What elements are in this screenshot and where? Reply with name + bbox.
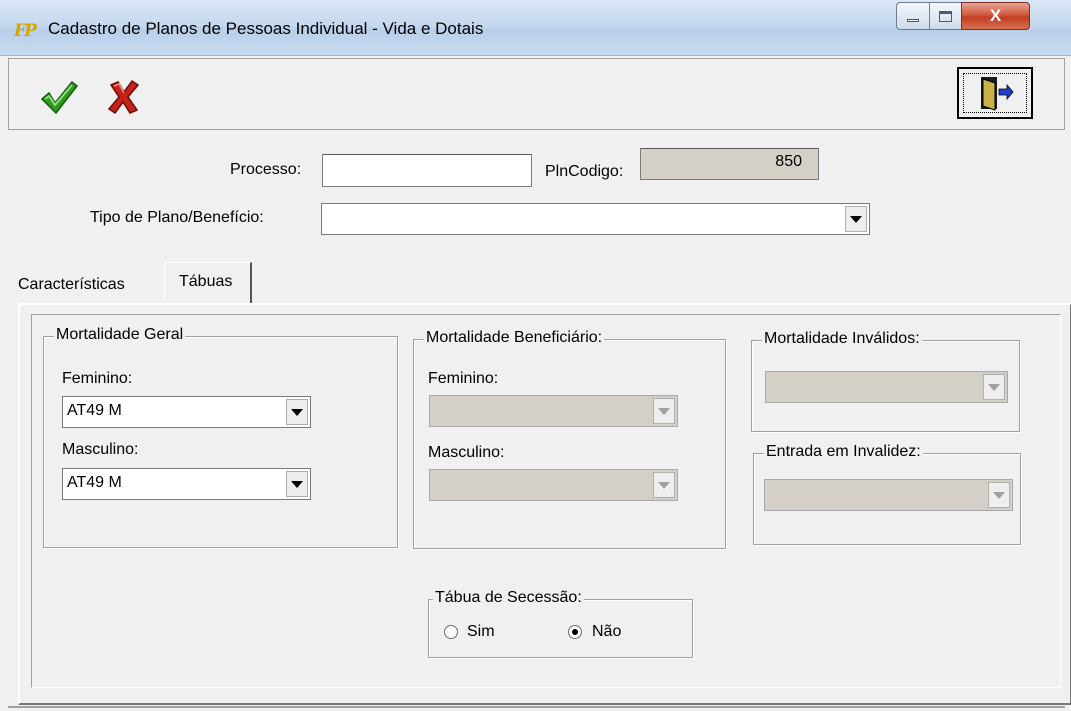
mortalidade-beneficiario-title: Mortalidade Beneficiário:	[424, 329, 605, 347]
processo-label: Processo:	[230, 161, 302, 178]
secessao-sim-radio[interactable]	[444, 625, 458, 639]
tab-caracteristicas[interactable]: Características	[18, 276, 125, 294]
toolbar	[8, 58, 1065, 130]
exit-door-icon	[981, 77, 1014, 111]
processo-input[interactable]	[322, 154, 532, 187]
chevron-down-icon[interactable]	[845, 206, 867, 232]
window-title: Cadastro de Planos de Pessoas Individual…	[48, 19, 484, 38]
title-bar[interactable]: FP Cadastro de Planos de Pessoas Individ…	[0, 0, 1071, 56]
cancel-button[interactable]	[107, 79, 141, 115]
close-button[interactable]: X	[961, 2, 1030, 30]
maximize-button[interactable]	[929, 2, 962, 30]
entrada-invalidez-title: Entrada em Invalidez:	[764, 443, 923, 461]
geral-feminino-value: AT49 M	[67, 402, 122, 419]
tab-tabuas[interactable]: Tábuas	[164, 262, 252, 304]
geral-masculino-select[interactable]: AT49 M	[62, 468, 311, 500]
chevron-down-icon	[653, 472, 675, 498]
benef-feminino-label: Feminino:	[428, 370, 499, 387]
plncodigo-field: 850	[640, 148, 819, 180]
plncodigo-label: PlnCodigo:	[545, 163, 624, 180]
chevron-down-icon[interactable]	[286, 471, 308, 497]
red-x-icon	[107, 79, 140, 115]
benef-feminino-select	[429, 395, 678, 427]
benef-masculino-select	[429, 469, 678, 501]
tabua-secessao-title: Tábua de Secessão:	[433, 589, 584, 607]
secessao-nao-label[interactable]: Não	[592, 623, 621, 641]
secessao-sim-label[interactable]: Sim	[467, 623, 495, 641]
chevron-down-icon	[988, 482, 1010, 508]
mortalidade-geral-title: Mortalidade Geral	[54, 326, 186, 344]
invalidos-select	[765, 371, 1008, 403]
exit-button[interactable]	[957, 67, 1033, 119]
chevron-down-icon	[983, 374, 1005, 400]
mortalidade-invalidos-title: Mortalidade Inválidos:	[762, 330, 922, 348]
entrada-invalidez-select	[764, 479, 1013, 511]
window-bottom-border	[8, 706, 1065, 708]
benef-masculino-label: Masculino:	[428, 444, 505, 461]
minimize-icon	[907, 18, 919, 22]
tipo-plano-label: Tipo de Plano/Benefício:	[90, 209, 264, 226]
close-icon: X	[989, 6, 1002, 25]
checkmark-icon	[40, 80, 79, 115]
geral-masculino-label: Masculino:	[62, 441, 139, 458]
tipo-plano-select[interactable]	[321, 203, 870, 235]
geral-feminino-select[interactable]: AT49 M	[62, 396, 311, 428]
secessao-nao-radio[interactable]	[568, 625, 582, 639]
chevron-down-icon	[653, 398, 675, 424]
geral-feminino-label: Feminino:	[62, 370, 133, 387]
chevron-down-icon[interactable]	[286, 399, 308, 425]
geral-masculino-value: AT49 M	[67, 474, 122, 491]
minimize-button[interactable]	[896, 2, 930, 30]
confirm-button[interactable]	[39, 77, 79, 117]
maximize-icon	[939, 10, 952, 22]
app-icon: FP	[14, 21, 37, 41]
